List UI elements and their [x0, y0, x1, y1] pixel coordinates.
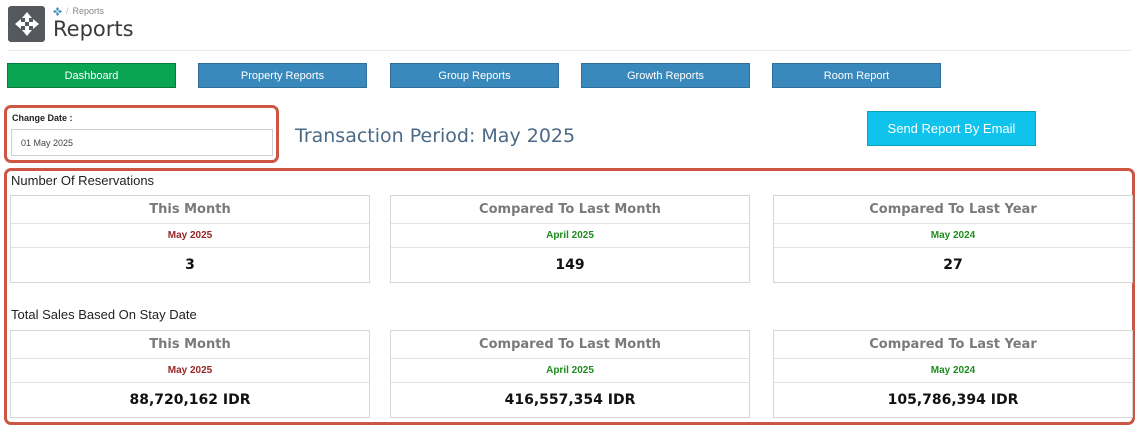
sales-section-title: Total Sales Based On Stay Date — [11, 307, 197, 322]
sales-last-month-card: Compared To Last Month April 2025 416,55… — [390, 330, 750, 418]
card-heading: Compared To Last Month — [391, 196, 749, 224]
reservations-section-title: Number Of Reservations — [11, 173, 155, 188]
transaction-period-title: Transaction Period: May 2025 — [295, 125, 576, 147]
group-reports-button[interactable]: Group Reports — [390, 63, 559, 88]
card-value: 27 — [943, 257, 963, 273]
change-date-input[interactable]: 01 May 2025 — [11, 129, 273, 156]
breadcrumb-current: Reports — [72, 6, 105, 16]
header-divider — [8, 50, 1131, 51]
card-period: April 2025 — [391, 359, 749, 383]
stats-panel: Number Of Reservations This Month May 20… — [4, 168, 1135, 425]
card-period: May 2024 — [774, 359, 1132, 383]
card-heading: This Month — [11, 331, 369, 359]
card-value: 149 — [555, 257, 585, 273]
growth-reports-button[interactable]: Growth Reports — [581, 63, 750, 88]
card-heading: Compared To Last Month — [391, 331, 749, 359]
breadcrumb-separator: / — [66, 6, 69, 16]
change-date-label: Change Date : — [12, 113, 73, 123]
card-period: May 2024 — [774, 224, 1132, 248]
card-period: May 2025 — [11, 359, 369, 383]
card-value: 88,720,162 IDR — [129, 392, 251, 408]
card-heading: This Month — [11, 196, 369, 224]
change-date-panel: Change Date : 01 May 2025 — [4, 105, 279, 163]
send-report-email-button[interactable]: Send Report By Email — [867, 111, 1036, 146]
move-arrows-icon — [8, 6, 45, 42]
reservations-last-month-card: Compared To Last Month April 2025 149 — [390, 195, 750, 283]
reservations-last-year-card: Compared To Last Year May 2024 27 — [773, 195, 1133, 283]
card-period: May 2025 — [11, 224, 369, 248]
room-report-button[interactable]: Room Report — [772, 63, 941, 88]
card-value: 105,786,394 IDR — [887, 392, 1019, 408]
page-title: Reports — [53, 17, 134, 41]
sales-this-month-card: This Month May 2025 88,720,162 IDR — [10, 330, 370, 418]
dashboard-button[interactable]: Dashboard — [7, 63, 176, 88]
card-value: 3 — [185, 257, 195, 273]
card-heading: Compared To Last Year — [774, 196, 1132, 224]
breadcrumb: / Reports — [53, 6, 104, 16]
home-move-icon[interactable] — [53, 6, 62, 16]
reservations-this-month-card: This Month May 2025 3 — [10, 195, 370, 283]
card-period: April 2025 — [391, 224, 749, 248]
card-value: 416,557,354 IDR — [504, 392, 636, 408]
property-reports-button[interactable]: Property Reports — [198, 63, 367, 88]
sales-last-year-card: Compared To Last Year May 2024 105,786,3… — [773, 330, 1133, 418]
card-heading: Compared To Last Year — [774, 331, 1132, 359]
